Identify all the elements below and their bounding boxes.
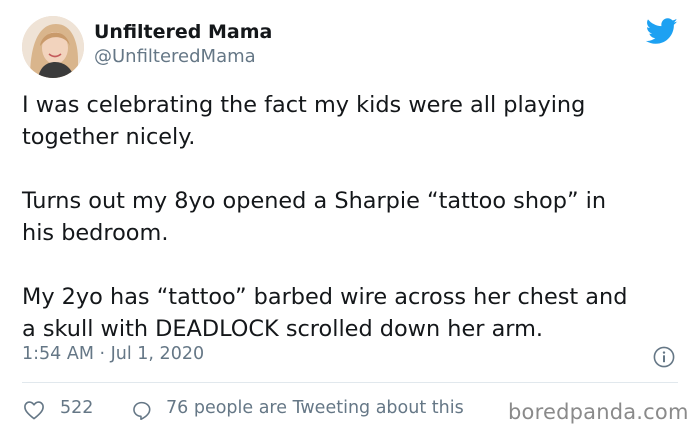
author-handle[interactable]: @UnfilteredMama <box>94 46 256 67</box>
watermark: boredpanda.com <box>508 400 689 424</box>
divider <box>22 382 678 383</box>
conversation-link[interactable]: 76 people are Tweeting about this <box>166 398 464 418</box>
tweet-paragraph: My 2yo has “tattoo” barbed wire across h… <box>22 284 628 342</box>
tweet-timestamp[interactable]: 1:54 AM · Jul 1, 2020 <box>22 344 204 364</box>
tweet-paragraph: I was celebrating the fact my kids were … <box>22 92 586 150</box>
avatar[interactable] <box>22 16 84 78</box>
twitter-bird-icon[interactable] <box>646 18 678 45</box>
tweet-text: I was celebrating the fact my kids were … <box>22 89 692 345</box>
tweet-paragraph: Turns out my 8yo opened a Sharpie “tatto… <box>22 188 607 246</box>
like-count[interactable]: 522 <box>60 398 93 418</box>
info-icon[interactable] <box>653 346 675 368</box>
speech-bubble-icon[interactable] <box>131 400 153 421</box>
author-display-name[interactable]: Unfiltered Mama <box>94 21 272 43</box>
heart-icon[interactable] <box>23 400 45 420</box>
tweet-card: Unfiltered Mama @UnfilteredMama I was ce… <box>0 0 700 437</box>
avatar-image <box>22 16 84 78</box>
